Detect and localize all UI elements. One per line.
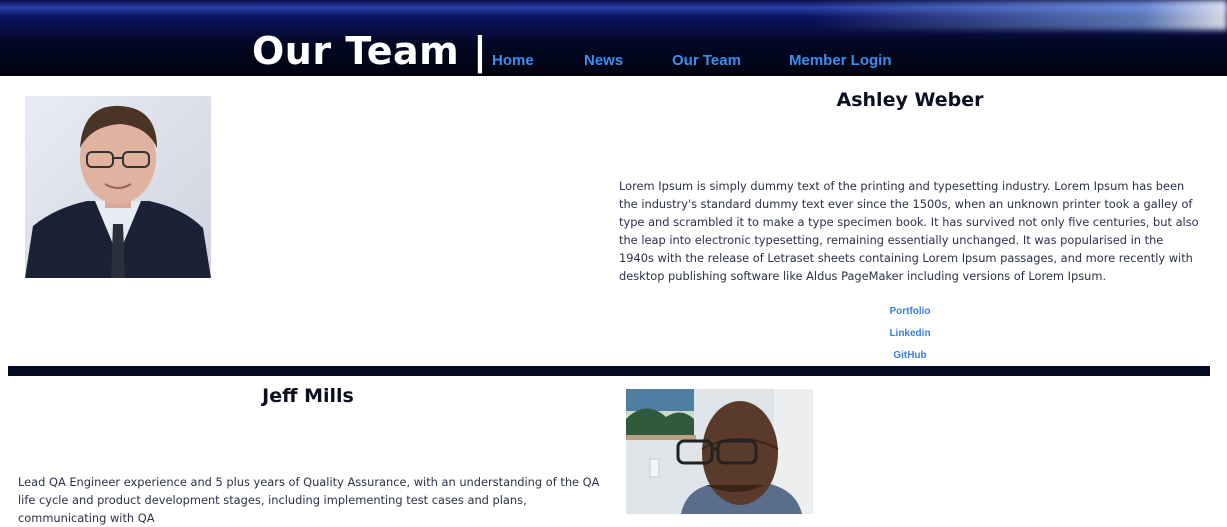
nav-our-team-link[interactable]: Our Team <box>672 52 741 69</box>
member-bio-ashley: Lorem Ipsum is simply dummy text of the … <box>619 179 1199 283</box>
nav-news-link[interactable]: News <box>584 52 623 69</box>
nav-home-link[interactable]: Home <box>492 52 534 69</box>
nav-member-login-link[interactable]: Member Login <box>789 52 892 69</box>
github-link[interactable]: GitHub <box>870 350 950 361</box>
header-shine <box>807 0 1227 30</box>
member-bio-jeff: Lead QA Engineer experience and 5 plus y… <box>18 475 600 525</box>
member-name-jeff: Jeff Mills <box>262 385 354 407</box>
member-name-ashley: Ashley Weber <box>836 89 984 111</box>
section-divider <box>8 366 1210 376</box>
member-photo-jeff <box>626 389 813 514</box>
page-title: Our Team | <box>252 29 488 73</box>
linkedin-link[interactable]: Linkedin <box>870 328 950 339</box>
site-header: Our Team | Home News Our Team Member Log… <box>0 0 1227 76</box>
portfolio-link[interactable]: Portfolio <box>870 306 950 317</box>
member-photo-ashley <box>25 96 211 278</box>
